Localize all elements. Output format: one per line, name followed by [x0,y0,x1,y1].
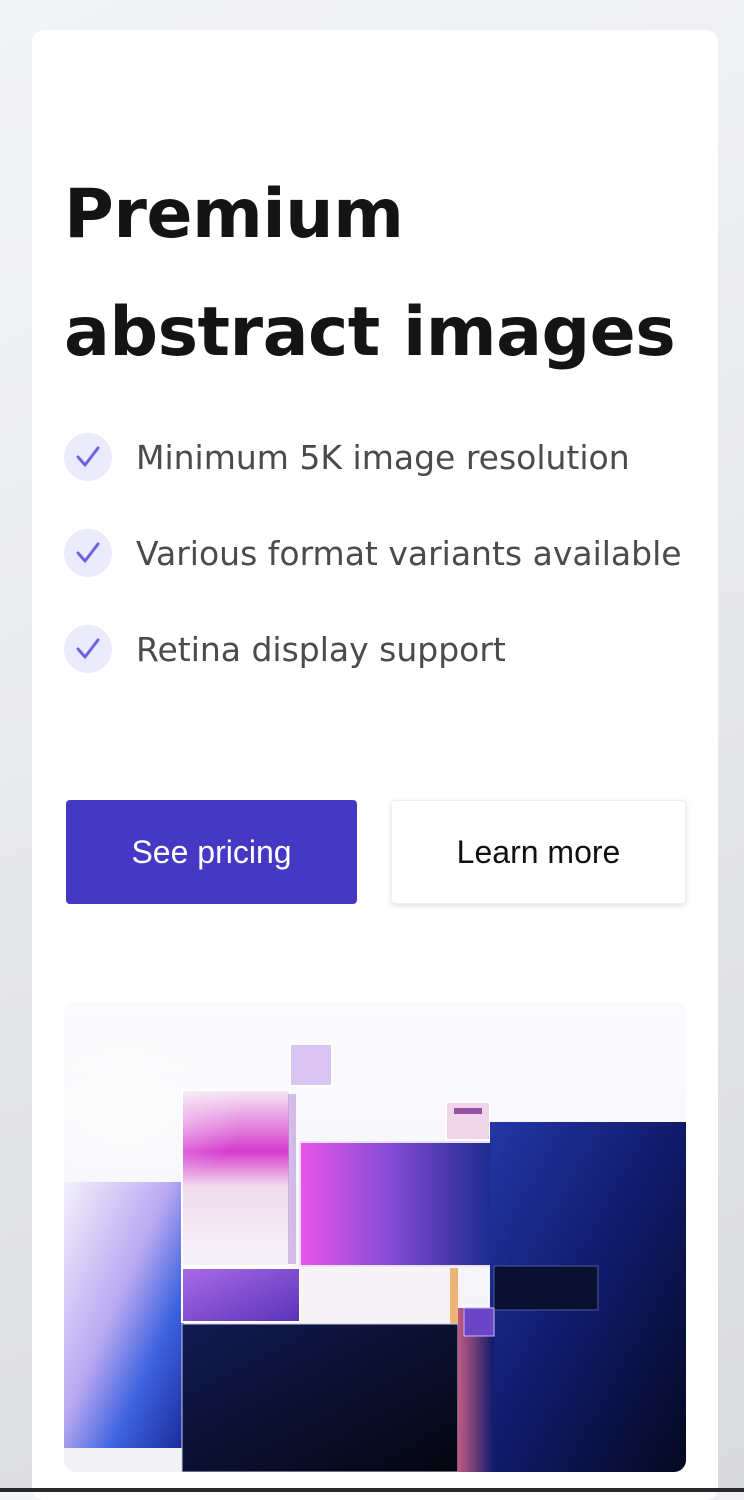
check-icon [64,433,112,481]
check-icon [64,529,112,577]
hero-card: Premium abstract images Minimum 5K image… [32,30,718,1500]
feature-item: Retina display support [64,622,694,678]
see-pricing-button[interactable]: See pricing [66,800,357,904]
abstract-artwork-image [64,1002,686,1472]
hero-title: Premium abstract images [64,175,676,372]
feature-list: Minimum 5K image resolution Various form… [64,430,694,718]
check-icon [64,625,112,673]
feature-item: Various format variants available [64,526,694,582]
bottom-edge [0,1488,744,1492]
feature-label: Various format variants available [136,534,682,573]
feature-label: Minimum 5K image resolution [136,438,630,477]
learn-more-button[interactable]: Learn more [391,800,686,904]
feature-item: Minimum 5K image resolution [64,430,694,486]
feature-label: Retina display support [136,630,506,669]
